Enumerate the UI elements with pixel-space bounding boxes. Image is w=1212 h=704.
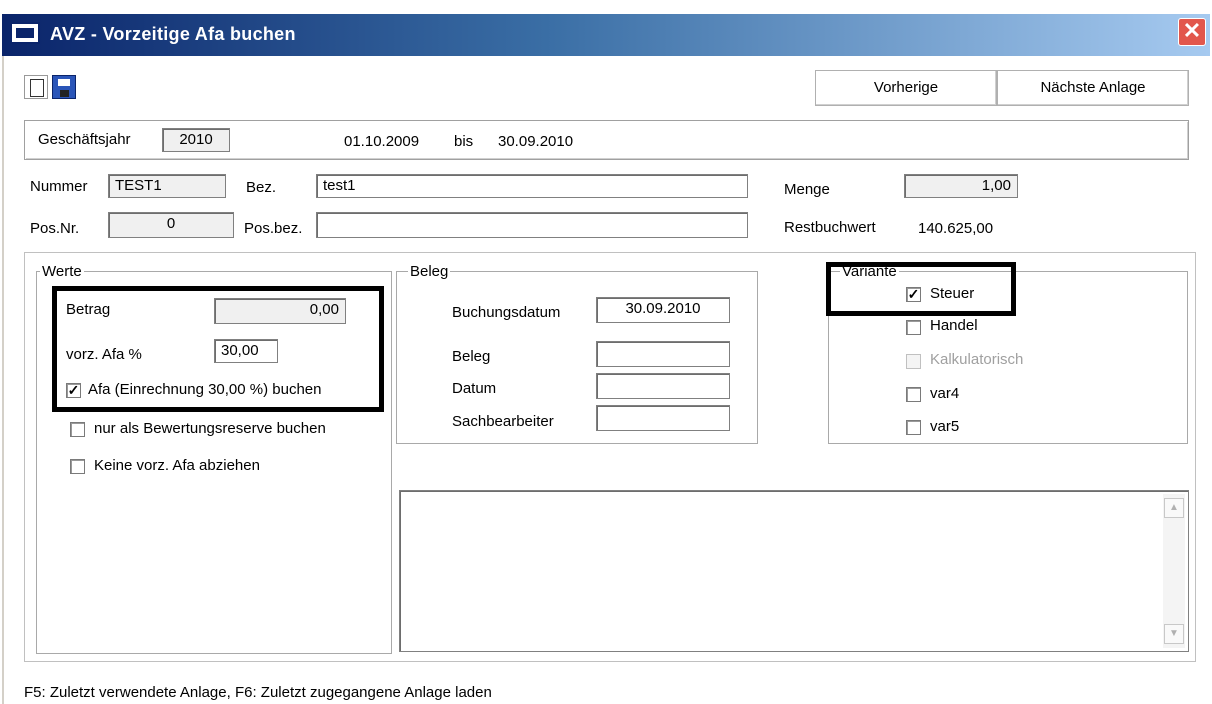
beleg-field[interactable] (596, 341, 730, 367)
sachbearbeiter-field[interactable] (596, 405, 730, 431)
beleg-group-title: Beleg (408, 263, 451, 280)
previous-button-label: Vorherige (873, 79, 939, 96)
datum-label: Datum (452, 380, 497, 397)
menge-field[interactable]: 1,00 (904, 174, 1018, 198)
window: AVZ - Vorzeitige Afa buchen ✕ Vorherige … (0, 0, 1212, 704)
fiscal-end-date: 30.09.2010 (498, 133, 574, 150)
buchungsdatum-field[interactable]: 30.09.2010 (596, 297, 730, 323)
keine-afa-checkbox[interactable] (70, 459, 85, 474)
variante-handel-checkbox[interactable] (906, 320, 921, 335)
afa-buchen-label: Afa (Einrechnung 30,00 %) buchen (88, 381, 322, 398)
variante-steuer-label: Steuer (930, 285, 975, 302)
window-title: AVZ - Vorzeitige Afa buchen (50, 24, 296, 44)
variante-var4-checkbox[interactable] (906, 387, 921, 402)
buchungsdatum-label: Buchungsdatum (452, 304, 561, 321)
nummer-label: Nummer (30, 178, 88, 195)
status-text: F5: Zuletzt verwendete Anlage, F6: Zulet… (24, 684, 492, 701)
afa-percent-field[interactable]: 30,00 (214, 339, 278, 363)
previous-button[interactable]: Vorherige (815, 70, 997, 106)
next-asset-button-label: Nächste Anlage (1040, 79, 1146, 96)
bewertungsreserve-checkbox[interactable] (70, 422, 85, 437)
variante-kalkulatorisch-label: Kalkulatorisch (930, 351, 1024, 368)
close-icon[interactable]: ✕ (1178, 18, 1206, 46)
betrag-label: Betrag (66, 301, 111, 318)
restbuchwert-value: 140.625,00 (918, 220, 994, 237)
variante-steuer-checkbox[interactable]: ✓ (906, 287, 921, 302)
datum-field[interactable] (596, 373, 730, 399)
highlight-box-variante (826, 262, 1016, 316)
bewertungsreserve-label: nur als Bewertungsreserve buchen (94, 420, 326, 437)
variante-kalkulatorisch-checkbox[interactable] (906, 354, 921, 369)
variante-var4-label: var4 (930, 385, 960, 402)
save-disk-icon[interactable] (52, 75, 76, 99)
menge-label: Menge (784, 181, 830, 198)
afa-buchen-checkbox[interactable]: ✓ (66, 383, 81, 398)
title-bar[interactable]: AVZ - Vorzeitige Afa buchen ✕ (2, 14, 1210, 56)
sachbearbeiter-label: Sachbearbeiter (452, 413, 554, 430)
fiscal-year-field[interactable]: 2010 (162, 128, 230, 152)
posbez-label: Pos.bez. (244, 220, 303, 237)
posnr-label: Pos.Nr. (30, 220, 80, 237)
scroll-up-icon[interactable]: ▲ (1164, 498, 1184, 518)
fiscal-start-date: 01.10.2009 (344, 133, 420, 150)
variante-handel-label: Handel (930, 317, 978, 334)
restbuchwert-label: Restbuchwert (784, 219, 876, 236)
memo-textarea[interactable] (399, 490, 1189, 652)
posbez-field[interactable] (316, 212, 748, 238)
new-document-icon[interactable] (24, 75, 48, 99)
posnr-field[interactable]: 0 (108, 212, 234, 238)
memo-scrollbar[interactable]: ▲ ▼ (1163, 494, 1185, 648)
keine-afa-label: Keine vorz. Afa abziehen (94, 457, 260, 474)
werte-group-title: Werte (40, 263, 84, 280)
variante-var5-checkbox[interactable] (906, 420, 921, 435)
afa-percent-label: vorz. Afa % (66, 346, 142, 363)
scroll-down-icon[interactable]: ▼ (1164, 624, 1184, 644)
next-asset-button[interactable]: Nächste Anlage (997, 70, 1189, 106)
bez-label: Bez. (246, 179, 277, 196)
fiscal-year-label: Geschäftsjahr (38, 131, 131, 148)
nummer-field[interactable]: TEST1 (108, 174, 226, 198)
variante-var5-label: var5 (930, 418, 960, 435)
app-window-icon (10, 22, 40, 44)
betrag-field[interactable]: 0,00 (214, 298, 346, 324)
beleg-label: Beleg (452, 348, 491, 365)
bez-field[interactable]: test1 (316, 174, 748, 198)
fiscal-bis-label: bis (454, 133, 474, 150)
